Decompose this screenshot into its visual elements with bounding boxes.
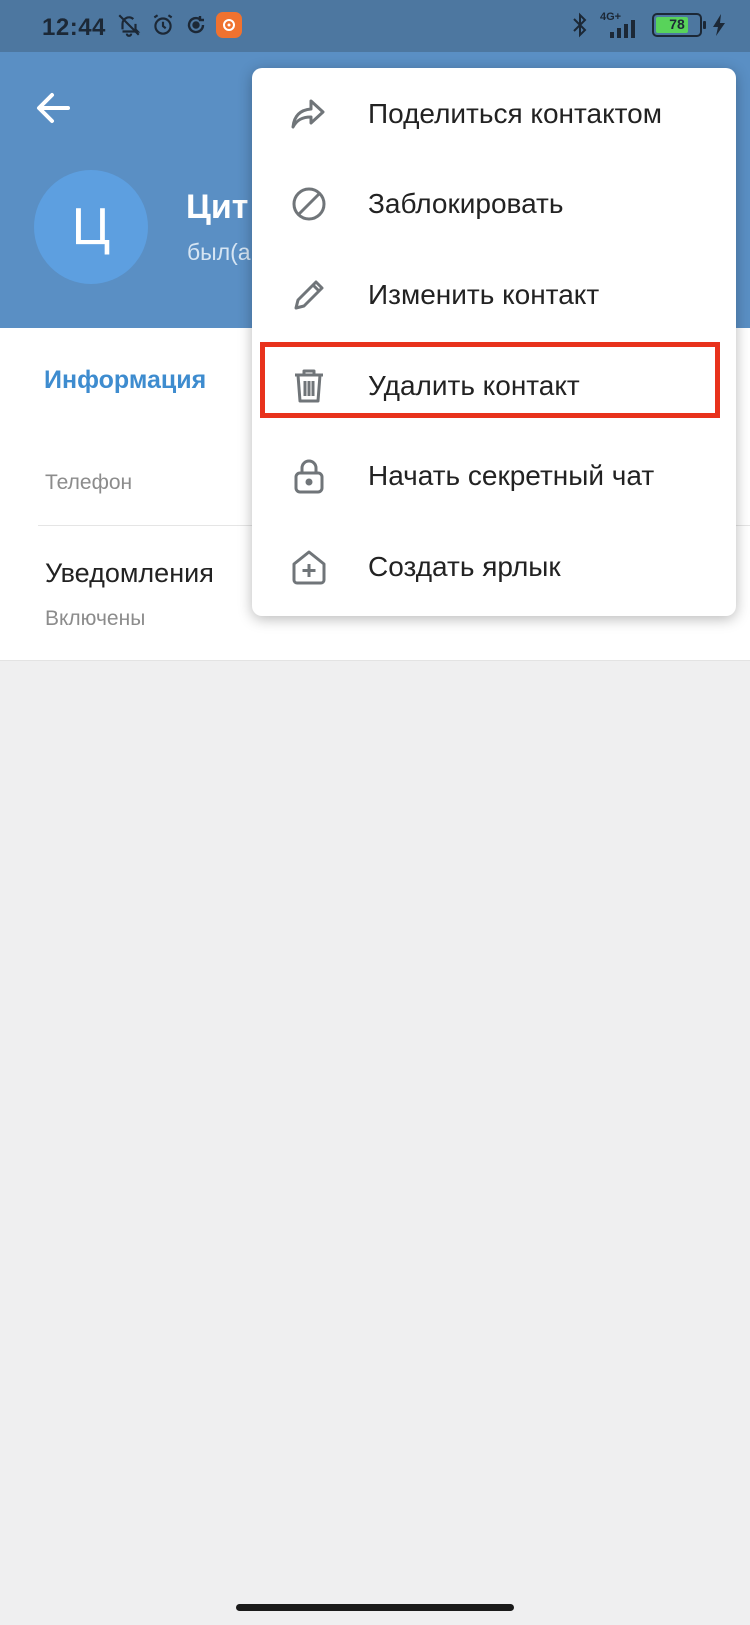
bluetooth-icon — [573, 12, 587, 38]
menu-item-share-contact[interactable]: Поделиться контактом — [252, 70, 736, 160]
notifications-title[interactable]: Уведомления — [45, 558, 214, 589]
status-time: 12:44 — [42, 14, 106, 41]
share-icon — [291, 99, 325, 129]
menu-item-block[interactable]: Заблокировать — [252, 160, 736, 250]
menu-item-secret-chat[interactable]: Начать секретный чат — [252, 432, 736, 522]
sync-icon — [187, 16, 205, 34]
avatar[interactable]: Ц — [34, 170, 148, 284]
lock-icon — [294, 459, 324, 494]
charging-icon — [713, 14, 725, 36]
status-left-icons — [116, 12, 242, 38]
signal-icon: 4G+ — [600, 12, 642, 38]
menu-item-label: Создать ярлык — [368, 551, 561, 582]
contact-name: Цит — [186, 188, 249, 226]
pencil-icon — [294, 280, 324, 310]
battery-tip — [703, 21, 706, 29]
contact-options-menu: Поделиться контактом Заблокировать Измен… — [252, 68, 736, 616]
status-right-icons: 4G+ 78 — [570, 12, 726, 38]
trash-icon — [295, 369, 323, 403]
alarm-icon — [153, 14, 173, 35]
status-bar: 12:44 4G+ 78 — [0, 0, 750, 52]
battery-indicator: 78 — [652, 13, 706, 37]
block-icon — [292, 187, 326, 221]
battery-level: 78 — [669, 16, 685, 32]
menu-item-label: Удалить контакт — [368, 370, 580, 401]
add-shortcut-icon — [292, 550, 326, 585]
menu-item-create-shortcut[interactable]: Создать ярлык — [252, 523, 736, 613]
menu-item-delete-contact[interactable]: Удалить контакт — [252, 342, 736, 432]
info-heading: Информация — [44, 366, 207, 394]
menu-item-edit-contact[interactable]: Изменить контакт — [252, 251, 736, 341]
menu-item-label: Поделиться контактом — [368, 98, 662, 129]
app-notification-icon — [216, 12, 242, 38]
home-indicator[interactable] — [236, 1604, 514, 1611]
menu-item-label: Изменить контакт — [368, 279, 600, 310]
back-button[interactable] — [30, 84, 78, 132]
contact-last-seen: был(а — [187, 239, 251, 265]
phone-label[interactable]: Телефон — [45, 471, 132, 495]
muted-bell-icon — [118, 14, 141, 37]
notifications-value: Включены — [45, 607, 146, 630]
arrow-left-icon — [37, 93, 70, 123]
menu-item-label: Заблокировать — [368, 188, 564, 219]
menu-item-label: Начать секретный чат — [368, 460, 655, 491]
